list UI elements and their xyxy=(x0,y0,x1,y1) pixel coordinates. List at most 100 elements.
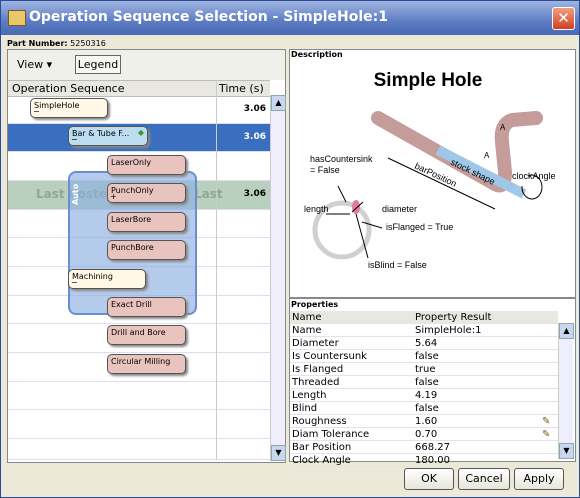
table-row[interactable]: Clock Angle 180.00 xyxy=(290,453,558,467)
properties-scrollbar[interactable]: ▲ ▼ xyxy=(558,323,574,459)
prop-key: Roughness xyxy=(290,414,413,428)
node-label: SimpleHole xyxy=(34,101,80,110)
node-label: Bar & Tube F... xyxy=(72,129,130,138)
prop-value: true xyxy=(413,362,558,376)
prop-value: 4.19 xyxy=(413,388,558,402)
prop-value: 180.00 xyxy=(413,453,558,467)
column-divider xyxy=(216,80,217,460)
col-time[interactable]: Time (s) xyxy=(219,82,264,95)
node-label: PunchOnly xyxy=(111,186,154,195)
label-section-a1: A xyxy=(500,123,506,132)
table-row[interactable]: Threaded false xyxy=(290,375,558,389)
prop-value-text: 1.60 xyxy=(415,415,438,427)
prop-value: SimpleHole:1 xyxy=(413,323,558,337)
dialog-window: Operation Sequence Selection - SimpleHol… xyxy=(0,0,580,498)
prop-key: Diameter xyxy=(290,336,413,350)
description-header: Description xyxy=(291,50,343,59)
expand-icon[interactable]: + xyxy=(110,193,117,201)
sequence-toolbar: View ▾ Legend xyxy=(8,50,285,80)
node-punchonly[interactable]: PunchOnly + xyxy=(107,183,186,203)
properties-pane: Properties Name Property Result Name Simp… xyxy=(289,298,576,467)
prop-key: Is Countersunk xyxy=(290,349,413,363)
properties-header-row: Name Property Result xyxy=(290,311,558,324)
table-row[interactable]: Diameter 5.64 xyxy=(290,336,558,350)
sequence-scrollbar[interactable]: ▲ ▼ xyxy=(270,95,286,461)
table-row[interactable]: Roughness 1.60 ✎ xyxy=(290,414,558,428)
label-diameter: diameter xyxy=(382,204,417,214)
node-circular-milling[interactable]: Circular Milling xyxy=(107,354,186,374)
node-label: Machining xyxy=(72,272,113,281)
node-label: PunchBore xyxy=(111,243,154,252)
node-drill-and-bore[interactable]: Drill and Bore xyxy=(107,325,186,345)
apply-button[interactable]: Apply xyxy=(514,468,564,490)
collapse-icon[interactable]: − xyxy=(33,108,40,116)
row-time: 3.06 xyxy=(243,189,266,199)
label-clock-angle: clockAngle xyxy=(512,171,556,181)
row-time: 3.06 xyxy=(243,104,266,114)
collapse-icon[interactable]: − xyxy=(71,136,78,144)
edit-pencil-icon[interactable]: ✎ xyxy=(542,429,550,440)
countersink-line xyxy=(337,185,347,203)
close-button[interactable]: ✕ xyxy=(552,7,575,30)
node-exact-drill[interactable]: Exact Drill xyxy=(107,297,186,317)
prop-value: false xyxy=(413,349,558,363)
view-menu-button[interactable]: View ▾ xyxy=(17,58,52,71)
scroll-down-icon[interactable]: ▼ xyxy=(271,445,286,461)
prop-key: Bar Position xyxy=(290,440,413,454)
simple-hole-diagram: Simple Hole hasCountersink = False lengt… xyxy=(304,70,556,270)
prop-value-text: 0.70 xyxy=(415,428,438,440)
hole-marker-shape xyxy=(352,200,360,214)
prop-value: 0.70 ✎ xyxy=(413,427,558,441)
node-laserbore[interactable]: LaserBore xyxy=(107,212,186,232)
prop-value: 1.60 ✎ xyxy=(413,414,558,428)
table-row[interactable] xyxy=(8,382,270,410)
description-pane: Description Simple Hole hasCountersink =… xyxy=(289,49,576,298)
flanged-line xyxy=(361,221,383,229)
node-bar-tube[interactable]: Bar & Tube F... − ◆ xyxy=(68,126,148,146)
scroll-down-icon[interactable]: ▼ xyxy=(559,443,574,459)
legend-button[interactable]: Legend xyxy=(75,55,121,74)
table-row[interactable]: Is Flanged true xyxy=(290,362,558,376)
node-machining[interactable]: Machining − xyxy=(68,269,146,289)
prop-key: Length xyxy=(290,388,413,402)
table-row[interactable] xyxy=(8,410,270,439)
node-label: Drill and Bore xyxy=(111,328,166,337)
label-section-a2: A xyxy=(484,151,490,160)
window-title: Operation Sequence Selection - SimpleHol… xyxy=(29,9,388,25)
cancel-button[interactable]: Cancel xyxy=(458,468,510,490)
scroll-up-icon[interactable]: ▲ xyxy=(271,95,286,111)
node-simplehole[interactable]: SimpleHole − xyxy=(30,98,108,118)
table-row[interactable]: Blind false xyxy=(290,401,558,415)
table-row[interactable]: Name SimpleHole:1 xyxy=(290,323,558,337)
label-is-blind: isBlind = False xyxy=(368,260,427,270)
table-row[interactable]: Diam Tolerance 0.70 ✎ xyxy=(290,427,558,441)
prop-key: Threaded xyxy=(290,375,413,389)
node-label: Circular Milling xyxy=(111,357,171,366)
part-number: Part Number: 5250316 xyxy=(7,39,106,48)
col-name[interactable]: Name xyxy=(290,311,413,324)
prop-value: 5.64 xyxy=(413,336,558,350)
node-laseronly[interactable]: LaserOnly xyxy=(107,155,186,175)
edit-pencil-icon[interactable]: ✎ xyxy=(542,416,550,427)
col-property-result[interactable]: Property Result xyxy=(413,311,558,324)
title-bar[interactable]: Operation Sequence Selection - SimpleHol… xyxy=(1,1,579,35)
collapse-icon[interactable]: − xyxy=(71,279,78,287)
auto-group-label: Auto xyxy=(71,183,80,205)
node-punchbore[interactable]: PunchBore xyxy=(107,240,186,260)
prop-value: false xyxy=(413,401,558,415)
row-time: 3.06 xyxy=(243,132,266,142)
diagram-title: Simple Hole xyxy=(374,70,483,91)
label-has-countersink: hasCountersink xyxy=(310,154,373,164)
prop-value: 668.27 xyxy=(413,440,558,454)
table-row[interactable]: Bar Position 668.27 xyxy=(290,440,558,454)
col-operation-sequence[interactable]: Operation Sequence xyxy=(12,82,125,95)
ok-button[interactable]: OK xyxy=(404,468,454,490)
label-has-countersink-value: = False xyxy=(310,165,340,175)
table-row[interactable] xyxy=(8,439,270,460)
table-row[interactable]: Is Countersunk false xyxy=(290,349,558,363)
table-row[interactable]: Length 4.19 xyxy=(290,388,558,402)
scroll-up-icon[interactable]: ▲ xyxy=(559,323,574,339)
part-number-value: 5250316 xyxy=(70,39,106,48)
prop-key: Diam Tolerance xyxy=(290,427,413,441)
status-diamond-icon: ◆ xyxy=(137,128,144,137)
